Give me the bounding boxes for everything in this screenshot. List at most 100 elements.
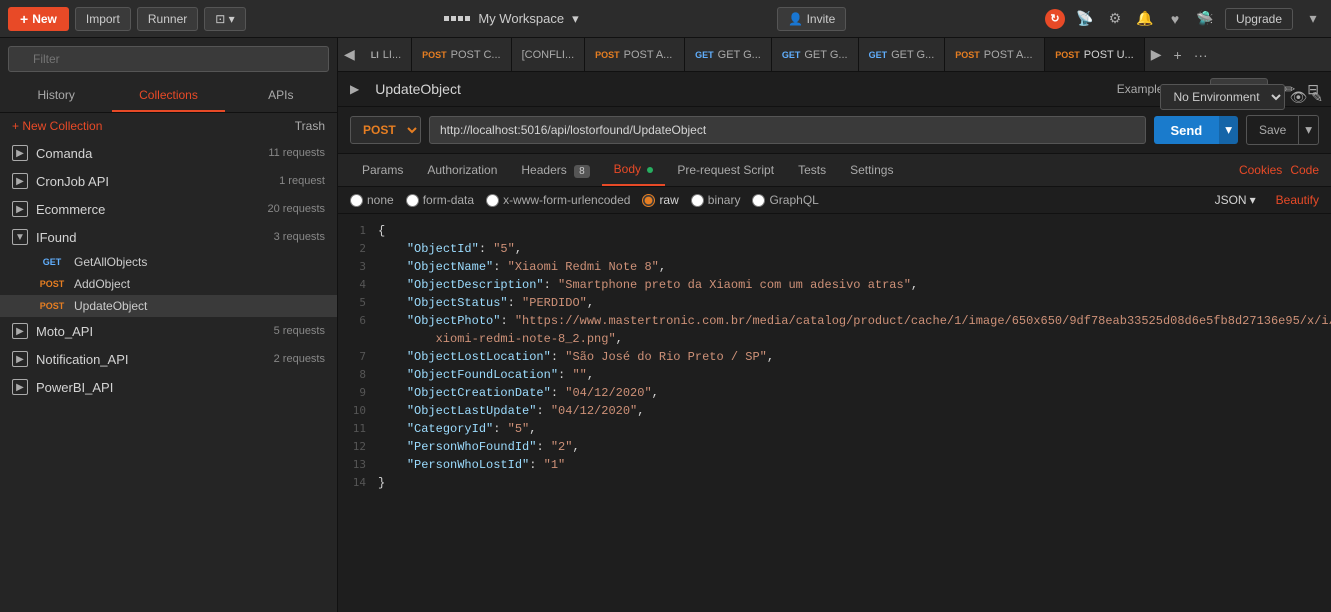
top-icons: ↻ 📡 ⚙ 🔔 ♥ 🛸 Upgrade ▾ xyxy=(1045,8,1323,30)
collection-count: 3 requests xyxy=(274,231,325,243)
code-line-12: 12 "PersonWhoFoundId": "2", xyxy=(338,438,1331,456)
save-dropdown[interactable]: ▾ xyxy=(1299,115,1319,145)
tab-nav-right[interactable]: ▶ xyxy=(1145,46,1168,63)
cookies-link[interactable]: Cookies xyxy=(1239,163,1282,177)
collection-header-ifound[interactable]: ▼ IFound 3 requests xyxy=(0,223,337,251)
subitem-name: GetAllObjects xyxy=(74,255,147,269)
tab-params[interactable]: Params xyxy=(350,155,415,185)
tab-post-a1[interactable]: POST POST A... xyxy=(585,38,685,72)
subitem-updateobject[interactable]: POST UpdateObject xyxy=(0,295,337,317)
collections-list: ▶ Comanda 11 requests ▶ CronJob API 1 re… xyxy=(0,139,337,612)
tab-method: POST xyxy=(422,50,447,60)
env-edit-button[interactable]: ✎ xyxy=(1311,89,1323,106)
option-urlencoded[interactable]: x-www-form-urlencoded xyxy=(486,193,630,207)
tab-body[interactable]: Body xyxy=(602,154,666,186)
settings-icon[interactable]: ⚙ xyxy=(1105,9,1125,29)
beautify-button[interactable]: Beautify xyxy=(1276,193,1319,207)
new-button[interactable]: New xyxy=(8,7,69,31)
import-button[interactable]: Import xyxy=(75,7,131,31)
code-line-11: 11 "CategoryId": "5", xyxy=(338,420,1331,438)
collection-header-moto[interactable]: ▶ Moto_API 5 requests xyxy=(0,317,337,345)
expand-arrow[interactable]: ▶ xyxy=(350,82,359,96)
url-input[interactable] xyxy=(429,116,1146,144)
collection-header-comanda[interactable]: ▶ Comanda 11 requests xyxy=(0,139,337,167)
collection-count: 20 requests xyxy=(268,203,325,215)
tab-method: GET xyxy=(695,50,714,60)
option-none[interactable]: none xyxy=(350,193,394,207)
filter-input[interactable] xyxy=(8,46,329,72)
method-badge-get: GET xyxy=(36,257,68,267)
tab-history[interactable]: History xyxy=(0,80,112,112)
code-line-14: 14 } xyxy=(338,474,1331,492)
tab-collections[interactable]: Collections xyxy=(112,80,224,112)
tab-label: POST A... xyxy=(984,49,1033,61)
tab-method: POST xyxy=(1055,50,1080,60)
tab-get-g2[interactable]: GET GET G... xyxy=(772,38,859,72)
tab-tests[interactable]: Tests xyxy=(786,155,838,185)
code-line-4: 4 "ObjectDescription": "Smartphone preto… xyxy=(338,276,1331,294)
collection-header-powerbi[interactable]: ▶ PowerBI_API xyxy=(0,373,337,401)
save-button[interactable]: Save xyxy=(1246,115,1299,145)
tab-label: GET G... xyxy=(718,49,761,61)
option-binary[interactable]: binary xyxy=(691,193,741,207)
tab-headers[interactable]: Headers 8 xyxy=(509,155,601,185)
option-graphql[interactable]: GraphQL xyxy=(752,193,818,207)
tab-prerequest[interactable]: Pre-request Script xyxy=(665,155,786,185)
new-collection-button[interactable]: + New Collection xyxy=(12,119,102,133)
code-line-2: 2 "ObjectId": "5", xyxy=(338,240,1331,258)
tab-label: POST A... xyxy=(624,49,673,61)
trash-button[interactable]: Trash xyxy=(295,119,325,133)
bell-icon[interactable]: 🔔 xyxy=(1135,9,1155,29)
collection-header-notification[interactable]: ▶ Notification_API 2 requests xyxy=(0,345,337,373)
upgrade-button[interactable]: Upgrade xyxy=(1225,8,1293,30)
collection-comanda: ▶ Comanda 11 requests xyxy=(0,139,337,167)
filter-bar xyxy=(0,38,337,80)
environment-select[interactable]: No Environment xyxy=(1160,84,1285,110)
radar-icon[interactable]: 📡 xyxy=(1075,9,1095,29)
env-eye-button[interactable]: 👁 xyxy=(1289,89,1307,106)
tab-label: GET G... xyxy=(891,49,934,61)
satellite-icon[interactable]: 🛸 xyxy=(1195,9,1215,29)
invite-button[interactable]: 👤 Invite xyxy=(777,7,846,31)
expand-icon[interactable]: ▾ xyxy=(1303,9,1323,29)
save-group: Save ▾ xyxy=(1246,115,1319,145)
tab-get-g3[interactable]: GET GET G... xyxy=(859,38,946,72)
params-tabs: Params Authorization Headers 8 Body Pre-… xyxy=(338,154,1331,187)
method-select[interactable]: POST xyxy=(350,116,421,144)
tab-post-u[interactable]: POST POST U... xyxy=(1045,38,1144,72)
send-button[interactable]: Send xyxy=(1154,116,1218,144)
subitem-getallobjects[interactable]: GET GetAllObjects xyxy=(0,251,337,273)
code-line-7: 7 "ObjectLostLocation": "São José do Rio… xyxy=(338,348,1331,366)
collection-header-cronjob[interactable]: ▶ CronJob API 1 request xyxy=(0,167,337,195)
environment-bar: No Environment 👁 ✎ xyxy=(1160,84,1323,110)
collection-folder-icon: ▶ xyxy=(12,379,28,395)
sync-icon[interactable]: ↻ xyxy=(1045,9,1065,29)
collection-folder-icon: ▶ xyxy=(12,145,28,161)
code-link[interactable]: Code xyxy=(1290,163,1319,177)
layout-button[interactable]: ⊡ ▾ xyxy=(204,7,245,31)
send-dropdown[interactable]: ▾ xyxy=(1218,116,1238,144)
collection-header-ecommerce[interactable]: ▶ Ecommerce 20 requests xyxy=(0,195,337,223)
tab-nav-left[interactable]: ◀ xyxy=(338,46,361,63)
tab-authorization[interactable]: Authorization xyxy=(415,155,509,185)
tab-post-a2[interactable]: POST POST A... xyxy=(945,38,1045,72)
runner-button[interactable]: Runner xyxy=(137,7,198,31)
subitem-addobject[interactable]: POST AddObject xyxy=(0,273,337,295)
tab-settings[interactable]: Settings xyxy=(838,155,905,185)
heart-icon[interactable]: ♥ xyxy=(1165,9,1185,29)
tab-overflow[interactable]: ··· xyxy=(1188,47,1214,63)
tab-post-c[interactable]: POST POST C... xyxy=(412,38,511,72)
tab-li[interactable]: LI LI... xyxy=(361,38,412,72)
tab-confli[interactable]: [CONFLI... xyxy=(512,38,586,72)
json-format-dropdown[interactable]: JSON ▾ xyxy=(1215,193,1256,207)
option-raw[interactable]: raw xyxy=(642,193,678,207)
tab-get-g1[interactable]: GET GET G... xyxy=(685,38,772,72)
code-editor[interactable]: 1 { 2 "ObjectId": "5", 3 "ObjectName": "… xyxy=(338,214,1331,612)
option-form-data[interactable]: form-data xyxy=(406,193,474,207)
tab-add[interactable]: + xyxy=(1168,47,1188,63)
tab-apis[interactable]: APIs xyxy=(225,80,337,112)
workspace-selector[interactable]: My Workspace ▾ xyxy=(444,11,578,27)
tab-method: GET xyxy=(869,50,888,60)
headers-badge: 8 xyxy=(574,165,590,178)
code-line-8: 8 "ObjectFoundLocation": "", xyxy=(338,366,1331,384)
